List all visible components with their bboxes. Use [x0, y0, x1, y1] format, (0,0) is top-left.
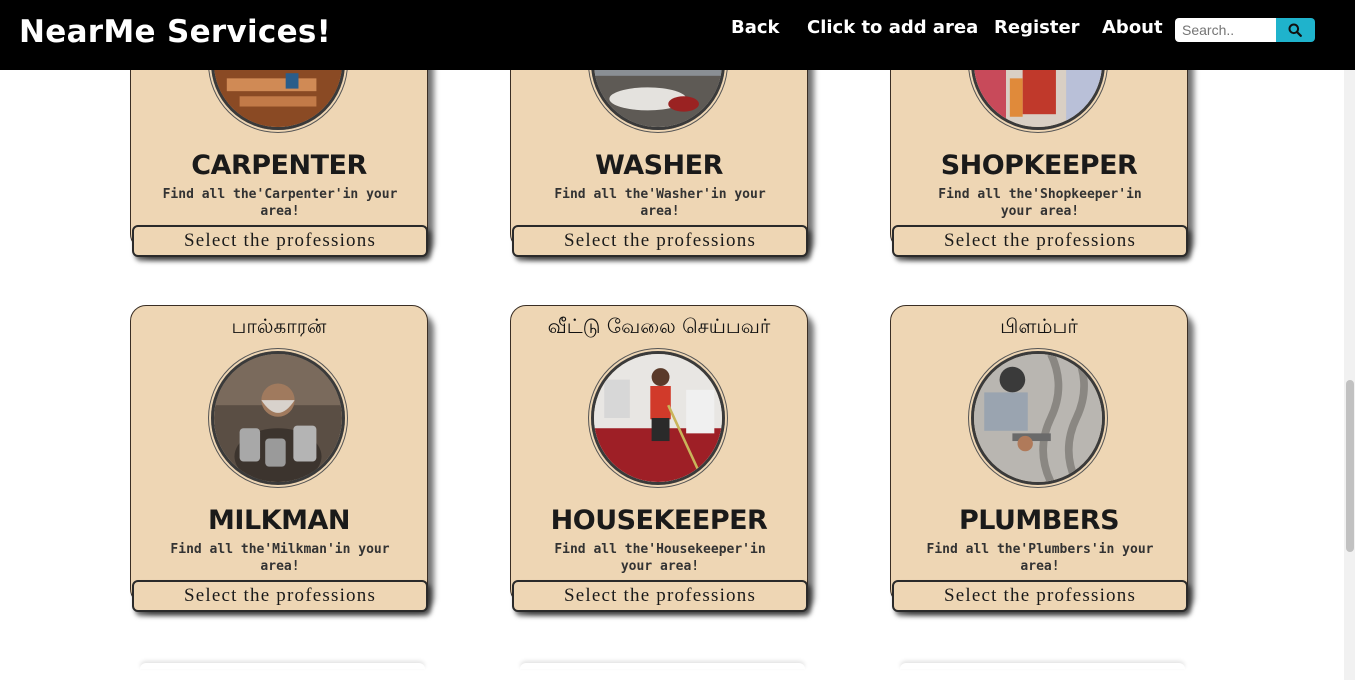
- card-description: Find all the'Housekeeper'in your area!: [554, 542, 766, 574]
- plumber-photo: [971, 351, 1105, 485]
- milkman-photo: [211, 351, 345, 485]
- scrollbar-track[interactable]: [1344, 70, 1355, 680]
- select-professions-button[interactable]: Select the professions: [132, 225, 428, 257]
- card-description: Find all the'Shopkeeper'in your area!: [938, 187, 1142, 219]
- select-professions-button[interactable]: Select the professions: [512, 580, 808, 612]
- card-title: CARPENTER: [191, 150, 367, 181]
- card-title: WASHER: [595, 150, 723, 181]
- card-milkman: பால்காரன் MILKMAN Find all the'Milkman'i…: [130, 305, 428, 612]
- card-plumbers: பிளம்பர் PLUMBERS Find all the'Plumbers'…: [890, 305, 1188, 612]
- card-title: PLUMBERS: [958, 505, 1120, 536]
- search-icon: [1288, 23, 1302, 37]
- select-professions-button[interactable]: Select the professions: [512, 225, 808, 257]
- card-title: HOUSEKEEPER: [550, 505, 768, 536]
- card-tamil-title: பிளம்பர்: [1000, 314, 1078, 338]
- navbar: NearMe Services! Back Click to add area …: [0, 0, 1355, 70]
- card-description: Find all the'Milkman'in your area!: [170, 542, 390, 574]
- select-professions-button[interactable]: Select the professions: [892, 580, 1188, 612]
- card-tamil-title: பால்காரன்: [231, 314, 327, 338]
- nav-link-back[interactable]: Back: [731, 17, 780, 39]
- card-housekeeper: வீட்டு வேலை செய்பவர் HOUSEKEEPER Find al…: [510, 305, 808, 612]
- nav-link-register[interactable]: Register: [994, 17, 1080, 39]
- select-professions-button[interactable]: Select the professions: [892, 225, 1188, 257]
- select-professions-button[interactable]: Select the professions: [132, 580, 428, 612]
- card-tamil-title: வீட்டு வேலை செய்பவர்: [547, 314, 771, 338]
- nav-link-add-area[interactable]: Click to add area: [807, 17, 978, 39]
- next-card-edge: [520, 663, 805, 669]
- scrollbar-thumb[interactable]: [1346, 380, 1354, 552]
- nav-link-about[interactable]: About: [1102, 17, 1163, 39]
- search-button[interactable]: [1276, 18, 1315, 42]
- card-title: SHOPKEEPER: [940, 150, 1138, 181]
- next-card-edge: [140, 663, 425, 669]
- card-description: Find all the'Washer'in your area!: [554, 187, 766, 219]
- housekeeper-photo: [591, 351, 725, 485]
- next-card-edge: [900, 663, 1185, 669]
- brand-title[interactable]: NearMe Services!: [19, 12, 331, 52]
- card-description: Find all the'Carpenter'in your area!: [162, 187, 398, 219]
- card-description: Find all the'Plumbers'in your area!: [926, 542, 1154, 574]
- card-title: MILKMAN: [208, 505, 350, 536]
- search-input[interactable]: [1175, 18, 1276, 42]
